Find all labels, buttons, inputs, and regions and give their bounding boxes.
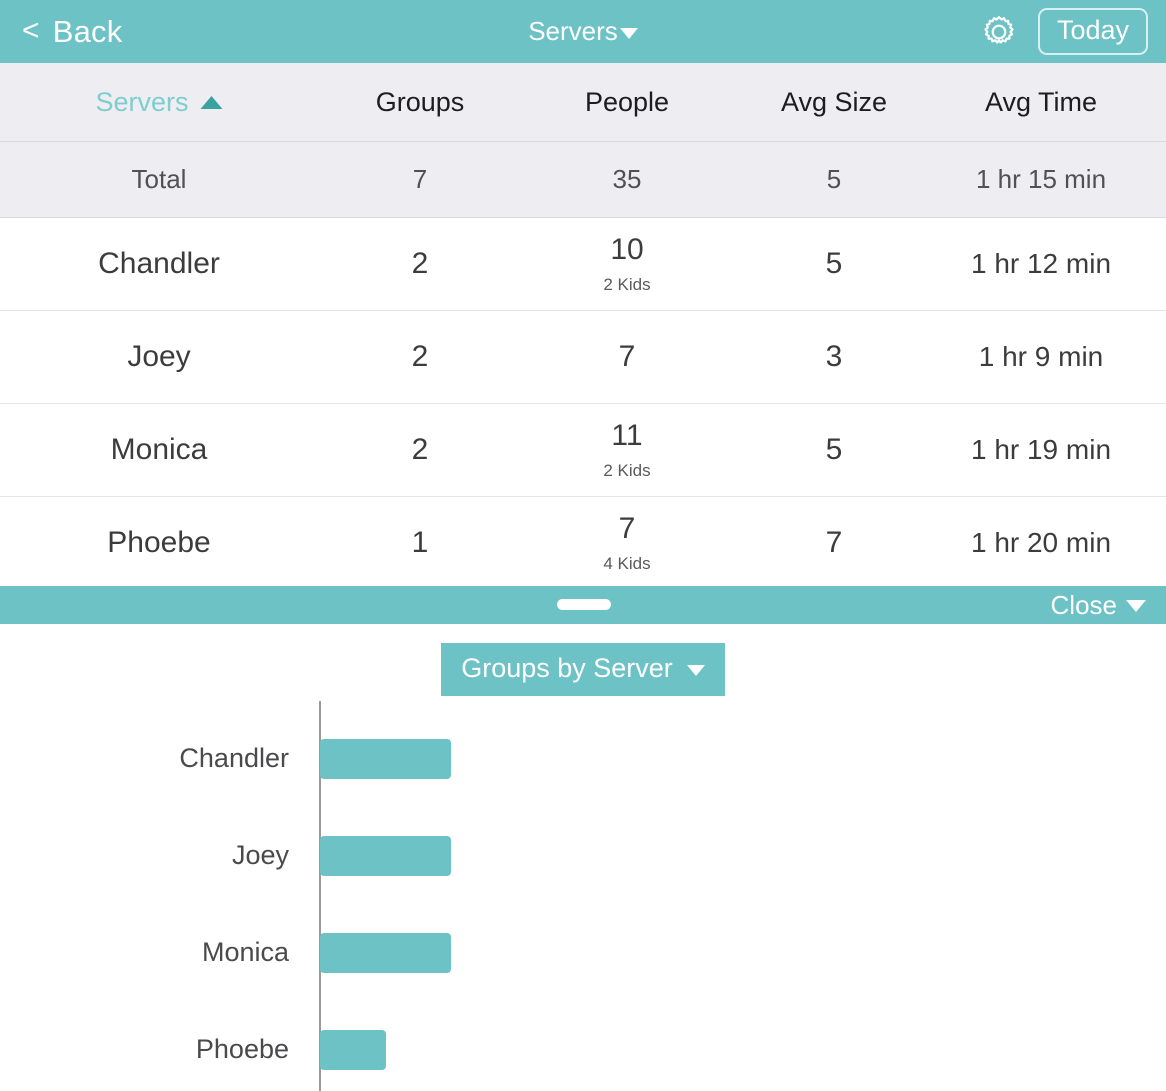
close-button[interactable]: Close bbox=[1051, 590, 1146, 621]
back-button-label: Back bbox=[52, 13, 123, 49]
panel-split-bar[interactable]: Close bbox=[0, 586, 1166, 624]
table-row[interactable]: Chandler 2 10 2 Kids 5 1 hr 12 min bbox=[0, 218, 1166, 311]
horizontal-bar-chart: Chandler Joey Monica Phoebe bbox=[0, 701, 1166, 1091]
chart-type-label: Groups by Server bbox=[461, 653, 673, 683]
row-groups: 2 bbox=[411, 433, 429, 466]
row-people-kids: 2 Kids bbox=[603, 275, 651, 294]
chevron-down-icon bbox=[619, 28, 638, 39]
chart-bar-row: Monica bbox=[0, 904, 1166, 1001]
row-people-value: 10 bbox=[610, 233, 644, 266]
chevron-left-icon: < bbox=[22, 13, 40, 47]
column-header-groups[interactable]: Groups bbox=[376, 87, 465, 118]
servers-dropdown[interactable]: Servers bbox=[528, 16, 638, 47]
column-header-avg-size[interactable]: Avg Size bbox=[781, 87, 887, 118]
row-server-name: Chandler bbox=[98, 247, 220, 280]
gear-icon bbox=[984, 15, 1014, 44]
total-row-avg-time: 1 hr 15 min bbox=[975, 164, 1107, 194]
today-button[interactable]: Today bbox=[1037, 8, 1148, 55]
table-total-row: Total 7 35 5 1 hr 15 min bbox=[0, 142, 1166, 218]
sort-ascending-icon bbox=[200, 95, 223, 109]
row-people: 7 4 Kids bbox=[603, 512, 651, 573]
row-people-kids: 2 Kids bbox=[603, 461, 651, 480]
nav-right-actions: Today bbox=[979, 0, 1148, 63]
row-avg-size: 5 bbox=[825, 247, 843, 280]
row-people-kids: 4 Kids bbox=[603, 554, 651, 573]
chart-bar[interactable] bbox=[320, 835, 451, 876]
row-people-value: 11 bbox=[611, 419, 643, 452]
table-row[interactable]: Monica 2 11 2 Kids 5 1 hr 19 min bbox=[0, 404, 1166, 497]
close-button-label: Close bbox=[1050, 589, 1117, 620]
row-avg-size: 5 bbox=[825, 433, 843, 466]
settings-button[interactable] bbox=[979, 12, 1019, 52]
row-people: 11 2 Kids bbox=[603, 419, 651, 480]
row-people: 10 2 Kids bbox=[603, 233, 651, 294]
back-button[interactable]: < Back bbox=[22, 14, 122, 50]
chart-bar-row: Joey bbox=[0, 807, 1166, 904]
chart-bar-row: Chandler bbox=[0, 710, 1166, 807]
chart-category-label: Joey bbox=[231, 840, 289, 870]
row-people-value: 7 bbox=[618, 512, 636, 545]
top-navigation-bar: < Back Servers Today bbox=[0, 0, 1166, 63]
chart-selector-container: Groups by Server bbox=[0, 643, 1166, 696]
row-avg-time: 1 hr 9 min bbox=[978, 341, 1104, 372]
chart-panel: Groups by Server Chandler Joey Monica Phoeb… bbox=[0, 624, 1166, 1091]
chevron-down-icon bbox=[1126, 600, 1146, 612]
row-people-value: 7 bbox=[618, 340, 636, 373]
chevron-down-icon bbox=[686, 665, 705, 676]
row-server-name: Phoebe bbox=[107, 526, 211, 559]
report-screen: < Back Servers Today Servers Groups Peop… bbox=[0, 0, 1166, 1091]
total-row-people: 35 bbox=[612, 164, 642, 194]
column-header-people[interactable]: People bbox=[585, 87, 669, 118]
chart-bar[interactable] bbox=[320, 738, 451, 779]
chart-category-label: Chandler bbox=[179, 743, 289, 773]
total-row-label: Total bbox=[131, 164, 187, 194]
row-avg-time: 1 hr 20 min bbox=[970, 527, 1112, 558]
drag-handle[interactable] bbox=[557, 599, 611, 610]
column-header-avg-time[interactable]: Avg Time bbox=[985, 87, 1097, 118]
chart-type-dropdown[interactable]: Groups by Server bbox=[441, 643, 725, 696]
row-avg-time: 1 hr 12 min bbox=[970, 248, 1112, 279]
table-header-row: Servers Groups People Avg Size Avg Time bbox=[0, 63, 1166, 142]
row-avg-size: 3 bbox=[825, 340, 843, 373]
row-avg-time: 1 hr 19 min bbox=[970, 434, 1112, 465]
chart-category-label: Monica bbox=[201, 937, 289, 967]
row-server-name: Monica bbox=[110, 433, 208, 466]
servers-table: Servers Groups People Avg Size Avg Time … bbox=[0, 63, 1166, 590]
row-server-name: Joey bbox=[127, 340, 191, 373]
chart-bar[interactable] bbox=[320, 1029, 386, 1070]
page-title: Servers bbox=[528, 16, 618, 46]
chart-category-label: Phoebe bbox=[195, 1034, 289, 1064]
chart-bar[interactable] bbox=[320, 932, 451, 973]
column-header-servers[interactable]: Servers bbox=[95, 86, 223, 118]
column-header-servers-label: Servers bbox=[95, 86, 189, 117]
row-avg-size: 7 bbox=[825, 526, 843, 559]
row-people: 7 bbox=[619, 342, 636, 372]
row-groups: 2 bbox=[411, 247, 429, 280]
row-groups: 2 bbox=[411, 340, 429, 373]
table-row[interactable]: Joey 2 7 3 1 hr 9 min bbox=[0, 311, 1166, 404]
table-row[interactable]: Phoebe 1 7 4 Kids 7 1 hr 20 min bbox=[0, 497, 1166, 590]
row-groups: 1 bbox=[411, 526, 429, 559]
total-row-avg-size: 5 bbox=[826, 164, 842, 194]
chart-bar-row: Phoebe bbox=[0, 1001, 1166, 1091]
total-row-groups: 7 bbox=[412, 164, 428, 194]
